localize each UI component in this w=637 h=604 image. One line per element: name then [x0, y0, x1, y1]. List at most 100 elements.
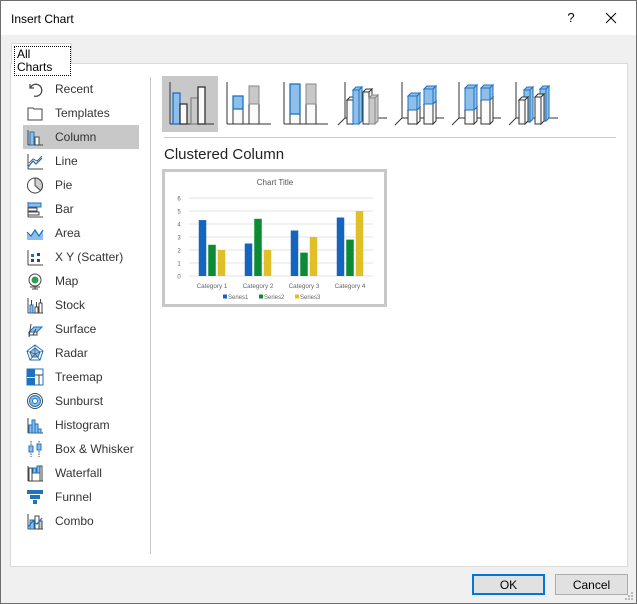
recent-icon: [26, 80, 44, 98]
sidebar-item-templates[interactable]: Templates: [23, 101, 139, 125]
sidebar-item-histogram[interactable]: Histogram: [23, 413, 139, 437]
preview-chart: Chart Title 0 1 2 3 4 5 6 Category 1 Category 2 Ca…: [177, 178, 373, 301]
subtype-3d-stacked-column[interactable]: [390, 76, 446, 132]
sidebar-item-label: Radar: [55, 346, 88, 360]
subtype-title: Clustered Column: [164, 146, 285, 163]
combo-chart-icon: [26, 512, 44, 530]
sidebar-item-label: Stock: [55, 298, 86, 312]
sunburst-chart-icon: [26, 392, 44, 410]
bar-chart-icon: [26, 200, 44, 218]
sidebar-item-label: Box & Whisker: [55, 442, 134, 456]
stock-chart-icon: [26, 296, 44, 314]
sidebar-item-box-whisker[interactable]: Box & Whisker: [23, 437, 139, 461]
sidebar-item-recent[interactable]: Recent: [23, 77, 139, 101]
resize-grip-icon[interactable]: [624, 591, 634, 601]
sidebar-item-waterfall[interactable]: Waterfall: [23, 461, 139, 485]
subtype-clustered-column[interactable]: [162, 76, 218, 132]
sidebar-item-label: Surface: [55, 322, 97, 336]
histogram-chart-icon: [26, 416, 44, 434]
cancel-button[interactable]: Cancel: [555, 574, 628, 595]
chart-preview[interactable]: Chart Title 0 1 2 3 4 5 6 Category 1 Category 2 Ca…: [162, 169, 387, 307]
y-tick-label: 2: [177, 249, 181, 255]
sidebar-item-label: Map: [55, 274, 79, 288]
3d-100-stacked-column-icon: [451, 82, 501, 126]
legend-label: Series2: [264, 295, 285, 301]
bar-series3-1: [217, 250, 226, 276]
chart-type-list: Recent Templates Column Line Pie Bar Area X Y (…: [23, 77, 140, 533]
chart-title: Chart Title: [257, 178, 294, 187]
sidebar-item-stock[interactable]: Stock: [23, 293, 139, 317]
3d-column-icon: [508, 82, 558, 126]
radar-chart-icon: [26, 344, 44, 362]
legend-swatch-series2: [259, 294, 263, 299]
3d-stacked-column-icon: [394, 82, 444, 126]
sidebar-item-label: Treemap: [55, 370, 103, 384]
y-tick-label: 4: [177, 223, 181, 229]
map-chart-icon: [26, 272, 44, 290]
clustered-column-icon: [169, 82, 214, 125]
sidebar-item-funnel[interactable]: Funnel: [23, 485, 139, 509]
y-tick-label: 6: [177, 197, 181, 203]
sidebar-item-area[interactable]: Area: [23, 221, 139, 245]
sidebar-item-x-y-scatter[interactable]: X Y (Scatter): [23, 245, 139, 269]
sidebar-item-sunburst[interactable]: Sunburst: [23, 389, 139, 413]
sidebar-item-label: Line: [55, 154, 78, 168]
close-button[interactable]: [599, 6, 623, 30]
bar-series1-3: [290, 230, 299, 276]
chart-panel: Recent Templates Column Line Pie Bar Area X Y (…: [10, 63, 628, 567]
sidebar-item-label: Funnel: [55, 490, 92, 504]
sidebar-item-label: Pie: [55, 178, 73, 192]
subtype-3d-100-stacked-column[interactable]: [447, 76, 503, 132]
legend-swatch-series1: [223, 294, 227, 299]
sidebar-item-label: Waterfall: [55, 466, 102, 480]
dialog-title: Insert Chart: [11, 12, 74, 26]
bar-series2-2: [254, 218, 262, 276]
sidebar-item-label: X Y (Scatter): [55, 250, 124, 264]
close-icon: [605, 12, 617, 24]
scatter-chart-icon: [26, 248, 44, 266]
sidebar-item-label: Bar: [55, 202, 74, 216]
sidebar-item-pie[interactable]: Pie: [23, 173, 139, 197]
subtype-100-stacked-column[interactable]: [276, 76, 332, 132]
bar-series2-1: [208, 244, 216, 276]
subtype-3d-clustered-column[interactable]: [333, 76, 389, 132]
subtype-3d-column[interactable]: [504, 76, 560, 132]
surface-chart-icon: [26, 320, 44, 338]
sidebar-item-combo[interactable]: Combo: [23, 509, 139, 533]
help-button[interactable]: ?: [561, 6, 581, 30]
insert-chart-dialog: Insert Chart ? All Charts Recent Template…: [0, 0, 637, 604]
ok-button[interactable]: OK: [472, 574, 545, 595]
sidebar-item-surface[interactable]: Surface: [23, 317, 139, 341]
y-tick-label: 1: [177, 262, 181, 268]
sidebar-item-treemap[interactable]: Treemap: [23, 365, 139, 389]
sidebar-item-line[interactable]: Line: [23, 149, 139, 173]
bar-series1-4: [336, 217, 345, 276]
waterfall-chart-icon: [26, 464, 44, 482]
sidebar-item-label: Recent: [55, 82, 94, 96]
sidebar-item-radar[interactable]: Radar: [23, 341, 139, 365]
treemap-chart-icon: [26, 368, 44, 386]
y-tick-label: 3: [177, 236, 181, 242]
sidebar-item-label: Templates: [55, 106, 110, 120]
bar-series3-2: [263, 250, 272, 276]
sidebar-item-label: Area: [55, 226, 81, 240]
x-tick-label: Category 3: [289, 283, 320, 290]
y-tick-label: 0: [177, 275, 181, 281]
gallery-divider: [164, 137, 616, 138]
tab-all-charts[interactable]: All Charts: [11, 43, 72, 76]
bar-series1-2: [244, 243, 253, 276]
sidebar-item-bar[interactable]: Bar: [23, 197, 139, 221]
sidebar-item-map[interactable]: Map: [23, 269, 139, 293]
subtype-stacked-column[interactable]: [219, 76, 275, 132]
pie-chart-icon: [26, 176, 44, 194]
column-chart-icon: [26, 128, 44, 146]
title-bar: Insert Chart ?: [1, 1, 636, 35]
3d-clustered-column-icon: [337, 82, 387, 126]
sidebar-item-label: Histogram: [55, 418, 110, 432]
sidebar-item-label: Sunburst: [55, 394, 104, 408]
x-tick-label: Category 4: [335, 283, 366, 290]
sidebar-item-column[interactable]: Column: [23, 125, 139, 149]
legend-label: Series1: [228, 295, 249, 301]
bar-series3-4: [355, 211, 364, 276]
x-tick-label: Category 1: [197, 283, 228, 290]
